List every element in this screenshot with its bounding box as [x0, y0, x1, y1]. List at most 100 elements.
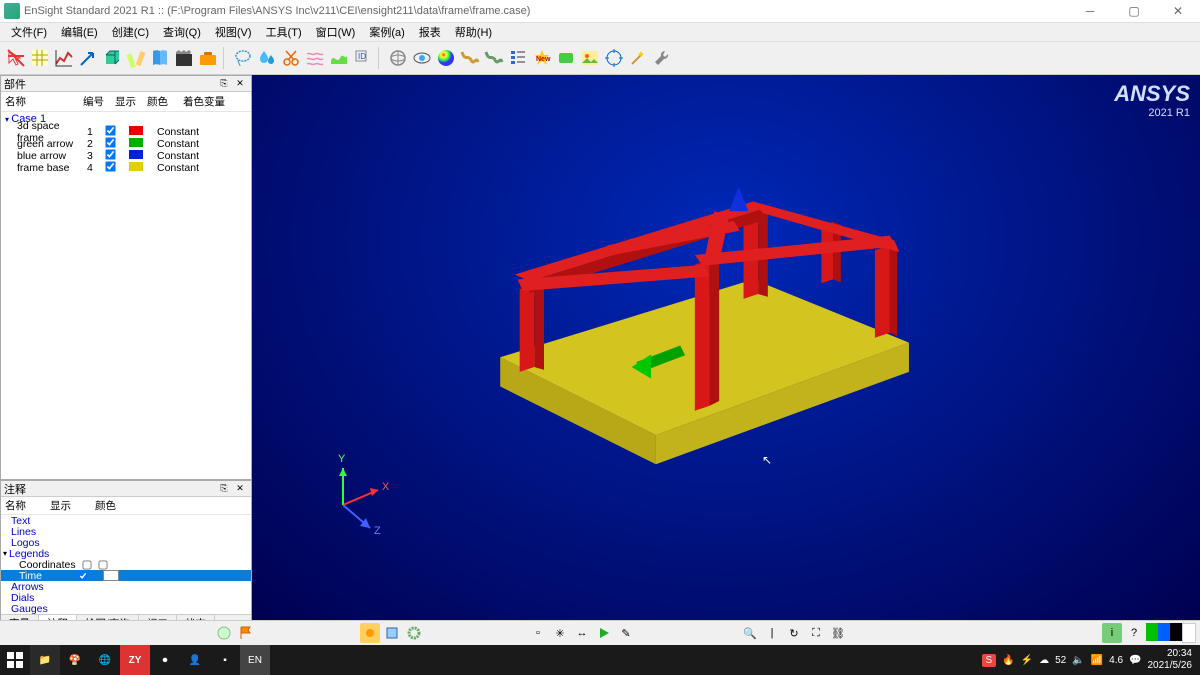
anno-col-color[interactable]: 颜色 — [95, 498, 116, 513]
tool-wrench-icon[interactable] — [650, 46, 674, 70]
menu-edit[interactable]: 编辑(E) — [54, 23, 105, 41]
part-row[interactable]: blue arrow 3 Constant — [1, 150, 251, 162]
anno-time-checkbox[interactable] — [78, 571, 87, 580]
task-zy-icon[interactable]: ZY — [120, 645, 150, 675]
task-record-icon[interactable]: ⏺ — [150, 645, 180, 675]
tool-drops-icon[interactable] — [255, 46, 279, 70]
tray-fire-icon[interactable]: 🔥 — [1002, 655, 1014, 666]
status-sun-icon[interactable] — [360, 623, 380, 643]
part-row[interactable]: frame base 4 Constant — [1, 162, 251, 174]
anno-coords-checkbox[interactable] — [82, 560, 91, 569]
task-edge-icon[interactable]: 🌐 — [90, 645, 120, 675]
tool-image-icon[interactable] — [578, 46, 602, 70]
tool-surface-icon[interactable] — [327, 46, 351, 70]
tool-lasso-icon[interactable] — [231, 46, 255, 70]
col-colorvar[interactable]: 着色变量 — [179, 93, 229, 110]
anno-item-lines[interactable]: Lines — [1, 526, 251, 537]
status-flag-icon[interactable] — [236, 623, 256, 643]
status-cube-icon[interactable] — [382, 623, 402, 643]
tool-shade1-icon[interactable] — [458, 46, 482, 70]
col-name[interactable]: 名称 — [1, 93, 79, 110]
task-app2-icon[interactable]: 👤 — [180, 645, 210, 675]
tool-wand-icon[interactable] — [626, 46, 650, 70]
maximize-button[interactable]: ▢ — [1112, 0, 1156, 22]
col-id[interactable]: 编号 — [79, 93, 111, 110]
3d-viewport[interactable]: ANSYS 2021 R1 — [252, 75, 1200, 620]
color-swatch[interactable] — [129, 150, 143, 159]
tool-globe-icon[interactable] — [386, 46, 410, 70]
anno-item-logos[interactable]: Logos — [1, 537, 251, 548]
anno-col-name[interactable]: 名称 — [5, 498, 26, 513]
panel-undock-icon[interactable]: ⎘ — [216, 76, 232, 91]
panel-undock-icon[interactable]: ⎘ — [216, 481, 232, 496]
tool-waves-icon[interactable] — [303, 46, 327, 70]
menu-query[interactable]: 查询(Q) — [156, 23, 208, 41]
part-row[interactable]: green arrow 2 Constant — [1, 138, 251, 150]
menu-tools[interactable]: 工具(T) — [259, 23, 309, 41]
tool-book-icon[interactable] — [148, 46, 172, 70]
start-button[interactable] — [0, 645, 30, 675]
tool-new-icon[interactable]: New — [530, 46, 554, 70]
panel-close-icon[interactable]: ✕ — [232, 481, 248, 496]
anno-item-arrows[interactable]: Arrows — [1, 581, 251, 592]
status-tool-icon[interactable]: ✎ — [616, 623, 636, 643]
tool-sphere-icon[interactable] — [434, 46, 458, 70]
part-visible-checkbox[interactable] — [105, 149, 115, 159]
status-light-icon[interactable] — [214, 623, 234, 643]
status-snap-icon[interactable]: ✳ — [550, 623, 570, 643]
tool-grid-icon[interactable] — [28, 46, 52, 70]
col-color[interactable]: 颜色 — [143, 93, 179, 110]
minimize-button[interactable]: ─ — [1068, 0, 1112, 22]
tool-chart-icon[interactable] — [52, 46, 76, 70]
tool-target-icon[interactable] — [602, 46, 626, 70]
anno-item-dials[interactable]: Dials — [1, 592, 251, 603]
task-explorer-icon[interactable]: 📁 — [30, 645, 60, 675]
task-terminal-icon[interactable]: ▪ — [210, 645, 240, 675]
anno-item-legends[interactable]: Legends — [1, 548, 251, 559]
anno-sub-time[interactable]: Time — [1, 570, 251, 581]
tool-movie-icon[interactable] — [172, 46, 196, 70]
color-swatch[interactable] — [129, 126, 143, 135]
menu-file[interactable]: 文件(F) — [4, 23, 54, 41]
tool-arrow-icon[interactable] — [76, 46, 100, 70]
anno-coords-colorcheck[interactable] — [98, 560, 107, 569]
color-swatch[interactable] — [129, 162, 143, 171]
tool-cube-icon[interactable] — [100, 46, 124, 70]
anno-col-show[interactable]: 显示 — [50, 498, 71, 513]
menu-view[interactable]: 视图(V) — [208, 23, 259, 41]
tool-toolbox-icon[interactable] — [196, 46, 220, 70]
task-lang-icon[interactable]: EN — [240, 645, 270, 675]
tray-action-icon[interactable]: 💬 — [1129, 655, 1141, 666]
menu-window[interactable]: 窗口(W) — [309, 23, 363, 41]
tool-shade2-icon[interactable] — [482, 46, 506, 70]
part-visible-checkbox[interactable] — [105, 125, 115, 135]
tool-ruler-icon[interactable] — [124, 46, 148, 70]
anno-time-swatch[interactable] — [103, 570, 119, 581]
status-zoom-icon[interactable]: 🔍 — [740, 623, 760, 643]
tray-s-icon[interactable]: S — [982, 654, 997, 667]
menu-help[interactable]: 帮助(H) — [448, 23, 499, 41]
tray-wifi-icon[interactable]: 📶 — [1091, 655, 1103, 666]
anno-sub-coords[interactable]: Coordinates — [1, 559, 251, 570]
status-link-icon[interactable]: ⛓ — [828, 623, 848, 643]
status-pick-icon[interactable]: ▫ — [528, 623, 548, 643]
status-info-icon[interactable]: i — [1102, 623, 1122, 643]
tool-eye-icon[interactable] — [410, 46, 434, 70]
status-help-icon[interactable]: ? — [1124, 623, 1144, 643]
menu-create[interactable]: 创建(C) — [105, 23, 156, 41]
tool-cursor-icon[interactable] — [4, 46, 28, 70]
tray-cloud-icon[interactable]: ☁ — [1039, 655, 1049, 666]
col-show[interactable]: 显示 — [111, 93, 143, 110]
tray-vol-icon[interactable]: 🔈 — [1072, 655, 1084, 666]
panel-close-icon[interactable]: ✕ — [232, 76, 248, 91]
anno-item-gauges[interactable]: Gauges — [1, 603, 251, 614]
tool-list-icon[interactable] — [506, 46, 530, 70]
tool-badge-icon[interactable] — [554, 46, 578, 70]
color-picker-swatches[interactable] — [1146, 623, 1196, 643]
close-button[interactable]: ✕ — [1156, 0, 1200, 22]
taskbar-clock[interactable]: 20:34 2021/5/26 — [1148, 648, 1193, 672]
status-gear-icon[interactable] — [404, 623, 424, 643]
status-fit-icon[interactable]: ⛶ — [806, 623, 826, 643]
color-swatch[interactable] — [129, 138, 143, 147]
tray-bolt-icon[interactable]: ⚡ — [1021, 655, 1033, 666]
